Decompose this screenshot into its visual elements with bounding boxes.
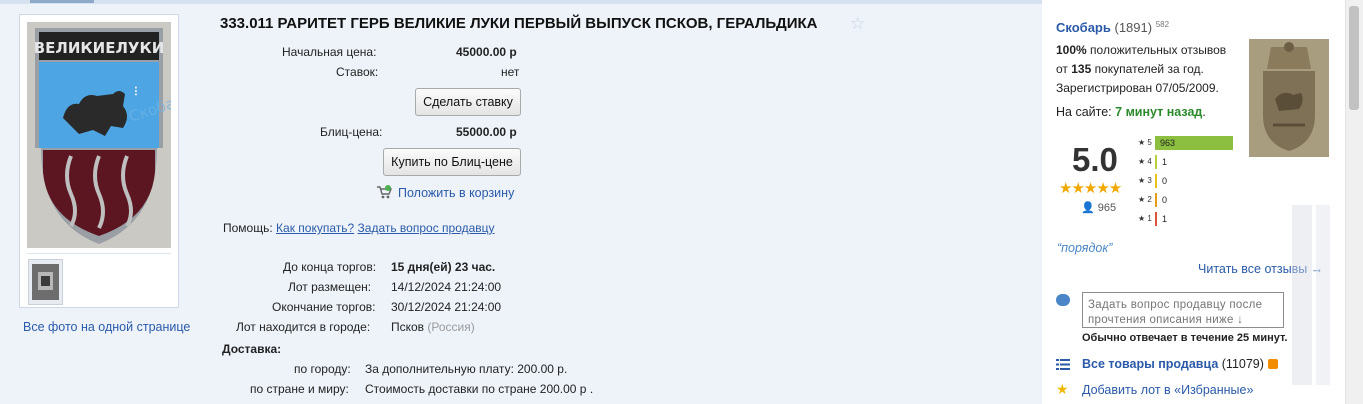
all-lots-count: (11079) [1221,357,1264,371]
rating-votes: 👤 965 [1081,201,1116,214]
delivery-world-value: Стоимость доставки по стране 200.00 р . [365,382,594,396]
start-price-label: Начальная цена: [282,45,377,59]
site-watermark-image [1292,205,1330,385]
seller-online-line: На сайте: 7 минут назад. [1056,105,1206,119]
buyers-prefix: от [1056,62,1068,76]
online-label: На сайте: [1056,105,1112,119]
ask-seller-link[interactable]: Задать вопрос продавцу [358,221,495,235]
thumbnail-strip [27,253,171,305]
histogram-star-label: ★ 5 [1138,138,1152,147]
histogram-star-label: ★ 3 [1138,176,1152,185]
lot-title: 333.011 РАРИТЕТ ГЕРБ ВЕЛИКИЕ ЛУКИ ПЕРВЫЙ… [220,15,818,32]
reply-time: Обычно отвечает в течение 25 минут. [1082,332,1288,344]
lot-main-photo[interactable]: ВЕЛИКИЕЛУКИ … Скобарь [27,22,195,248]
country-name: (Россия) [427,320,475,334]
end-time-label: Окончание торгов: [272,300,376,314]
blitz-price-label: Блиц-цена: [320,125,383,139]
ends-in-value: 15 дня(ей) 23 час. [391,260,496,274]
cart-icon [376,185,393,199]
histogram-count: 0 [1162,195,1168,205]
buy-now-button[interactable]: Купить по Блиц-цене [383,148,521,176]
delivery-city-value: За дополнительную плату: 200.00 р. [365,362,568,376]
crest-avatar-image [1249,39,1329,157]
seller-buyers-line: от 135 покупателей за год. [1056,62,1204,76]
chat-bubble-icon [1056,294,1070,306]
bids-label: Ставок: [336,65,379,79]
start-price-value: 45000.00 р [456,45,517,59]
histogram-star-label: ★ 1 [1138,214,1152,223]
delivery-heading: Доставка: [222,342,282,356]
help-row: Помощь: Как покупать? Задать вопрос прод… [223,221,495,235]
rss-icon[interactable] [1267,359,1278,369]
histogram-star-label: ★ 2 [1138,195,1152,204]
svg-text:…: … [132,86,143,96]
histogram-count: 963 [1160,138,1176,148]
histogram-count: 1 [1162,157,1168,167]
seller-header: Скобарь (1891) 582 [1056,20,1169,35]
buyers-suffix: покупателей за год. [1094,62,1204,76]
seller-registered: Зарегистрирован 07/05/2009. [1056,81,1219,95]
user-icon: 👤 [1081,202,1095,214]
ask-seller-input[interactable] [1082,292,1284,328]
how-to-buy-link[interactable]: Как покупать? [276,221,354,235]
seller-rating-count: (1891) [1114,20,1153,35]
placed-value: 14/12/2024 21:24:00 [391,280,502,294]
blitz-price-value: 55000.00 р [456,125,517,139]
help-label: Помощь: [223,221,273,235]
positive-percent: 100% [1056,43,1087,57]
favorite-icon: ★ [1056,381,1069,397]
online-dot: . [1202,105,1206,119]
add-to-cart-link[interactable]: Положить в корзину [376,185,514,200]
photo-thumbnail[interactable] [28,259,63,305]
coat-of-arms-badge-image: ВЕЛИКИЕЛУКИ … Скобарь [27,22,195,248]
histogram-count: 0 [1162,176,1168,186]
histogram-bar [1155,174,1157,188]
thumbnail-image [32,264,59,300]
photo-gallery: ВЕЛИКИЕЛУКИ … Скобарь [19,14,195,308]
list-icon [1056,359,1070,370]
histogram-bar [1155,212,1157,226]
all-photos-link[interactable]: Все фото на одной странице [23,320,190,334]
review-quote: “порядок” [1057,241,1113,255]
ends-in-label: До конца торгов: [283,260,377,274]
histogram-count: 1 [1162,214,1168,224]
online-value: 7 минут назад [1115,105,1203,119]
add-to-cart-label: Положить в корзину [398,186,515,200]
positive-text: положительных отзывов [1090,43,1227,57]
end-time-value: 30/12/2024 21:24:00 [391,300,502,314]
tab-indicator [30,0,94,3]
rating-stars-icon: ★★★★★ [1059,180,1122,197]
badge-text: ВЕЛИКИЕЛУКИ [34,39,165,57]
buyers-count: 135 [1071,62,1092,76]
city-value: Псков (Россия) [391,320,475,334]
bids-value: нет [501,65,520,79]
all-lots-link[interactable]: Все товары продавца [1082,357,1218,371]
all-seller-lots: Все товары продавца (11079) [1082,357,1278,371]
placed-label: Лот размещен: [288,280,372,294]
seller-avatar[interactable] [1249,39,1329,157]
seller-name-link[interactable]: Скобарь [1056,20,1111,35]
histogram-bar [1155,155,1157,169]
scrollbar-thumb[interactable] [1349,6,1359,110]
delivery-world-label: по стране и миру: [250,382,349,396]
histogram-bar [1155,193,1157,207]
delivery-city-label: по городу: [294,362,351,376]
histogram-star-label: ★ 4 [1138,157,1152,166]
add-to-favorites-link[interactable]: Добавить лот в «Избранные» [1082,383,1253,397]
seller-badge-count: 582 [1155,20,1170,29]
rating-score: 5.0 [1072,141,1118,178]
favorite-star-icon[interactable]: ☆ [850,14,865,34]
city-name: Псков [391,320,425,334]
seller-positive-line: 100% положительных отзывов [1056,43,1226,57]
votes-count: 965 [1097,202,1117,214]
city-label: Лот находится в городе: [236,320,371,334]
place-bid-button[interactable]: Сделать ставку [415,88,521,116]
